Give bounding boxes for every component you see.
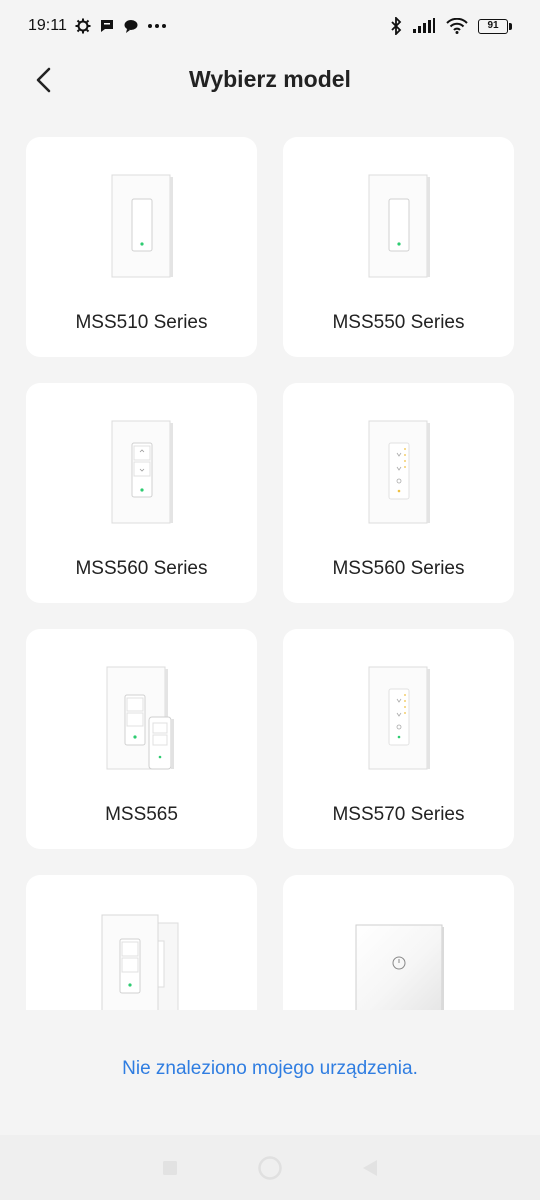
model-label: MSS510 Series	[75, 312, 208, 333]
status-right: 91	[390, 17, 512, 35]
switch-image	[283, 911, 514, 1010]
model-card[interactable]: MSS565	[26, 629, 257, 849]
home-button[interactable]	[250, 1148, 290, 1188]
home-circle-icon	[258, 1155, 282, 1180]
wifi-icon	[446, 18, 468, 34]
settings-gear-icon	[75, 18, 91, 34]
recents-square-icon	[163, 1160, 177, 1175]
model-label: MSS550 Series	[332, 312, 465, 333]
model-card[interactable]: MSS550 Series	[283, 137, 514, 357]
back-button[interactable]	[28, 64, 60, 96]
chat-bubble-icon	[123, 18, 139, 34]
switch-image	[26, 665, 257, 777]
status-bar: 19:11 91	[0, 0, 540, 52]
bluetooth-icon	[390, 17, 402, 35]
device-not-found-link[interactable]: Nie znaleziono mojego urządzenia.	[0, 1058, 540, 1080]
switch-image	[283, 665, 514, 777]
model-card[interactable]	[283, 875, 514, 1010]
model-grid: MSS510 Series MSS550 Series MSS560 Serie…	[26, 137, 514, 1010]
switch-image	[283, 419, 514, 531]
system-nav-bar	[0, 1135, 540, 1200]
model-label: MSS560 Series	[75, 558, 208, 579]
signal-icon	[412, 18, 436, 34]
more-dots-icon	[147, 22, 167, 30]
model-label: MSS570 Series	[332, 804, 465, 825]
message-icon	[99, 18, 115, 34]
page-title: Wybierz model	[189, 65, 351, 92]
switch-image	[26, 911, 257, 1010]
back-nav-button[interactable]	[350, 1148, 390, 1188]
header: Wybierz model	[0, 52, 540, 106]
status-left: 19:11	[28, 17, 167, 35]
model-card[interactable]: MSS570 Series	[283, 629, 514, 849]
switch-image	[283, 173, 514, 285]
model-list[interactable]: MSS510 Series MSS550 Series MSS560 Serie…	[0, 110, 540, 1010]
model-label: MSS565	[105, 804, 178, 825]
model-card[interactable]: MSS510 Series	[26, 137, 257, 357]
chevron-left-icon	[36, 67, 51, 93]
switch-image	[26, 173, 257, 285]
recents-button[interactable]	[150, 1148, 190, 1188]
battery-icon: 91	[478, 18, 512, 34]
model-card[interactable]: MSS560 Series	[26, 383, 257, 603]
switch-image	[26, 419, 257, 531]
status-time: 19:11	[28, 17, 67, 34]
model-card[interactable]: MSS560 Series	[283, 383, 514, 603]
battery-level: 91	[478, 18, 508, 34]
model-label: MSS560 Series	[332, 558, 465, 579]
model-card[interactable]	[26, 875, 257, 1010]
back-triangle-icon	[363, 1159, 377, 1176]
